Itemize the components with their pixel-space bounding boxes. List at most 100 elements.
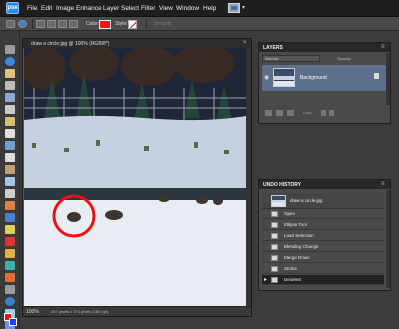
brush-tool-icon[interactable] (5, 249, 15, 258)
snapshot-thumbnail (271, 195, 286, 207)
menu-image[interactable]: Image (56, 4, 74, 13)
panel-menu-icon[interactable]: ≡ (381, 181, 385, 187)
red-eye-tool-icon[interactable] (5, 141, 15, 150)
history-step[interactable]: Load Selection (262, 231, 384, 241)
intersect-shape-icon[interactable] (69, 20, 78, 28)
photo-canvas[interactable] (24, 48, 246, 306)
marquee-tool-icon[interactable] (5, 93, 15, 102)
eyedropper-tool-icon[interactable] (5, 81, 15, 90)
style-none-swatch[interactable] (128, 20, 137, 29)
healing-brush-tool-icon[interactable] (5, 201, 15, 210)
menu-view[interactable]: View (159, 4, 173, 13)
menu-bar: pse File Edit Image Enhance Layer Select… (0, 0, 399, 17)
winter-geese-photo (24, 48, 246, 306)
clone-stamp-tool-icon[interactable] (5, 213, 15, 222)
rectangle-shape-icon[interactable] (6, 20, 15, 28)
eraser-tool-icon[interactable] (5, 237, 15, 246)
visibility-eye-icon[interactable]: ◉ (264, 74, 269, 81)
layer-row-background[interactable]: ◉ Background (262, 65, 386, 91)
history-step-icon (271, 277, 278, 283)
blend-mode-select[interactable]: Normal (262, 55, 320, 62)
lock-transparency-icon[interactable] (321, 110, 326, 116)
history-step[interactable]: Blending Change (262, 242, 384, 252)
workspace-switch-icon[interactable] (228, 3, 240, 13)
history-step-label: Open (284, 211, 296, 216)
chevron-down-icon[interactable]: ▾ (242, 4, 245, 11)
history-step-icon (271, 222, 278, 228)
menu-layer[interactable]: Layer (103, 4, 119, 13)
ellipse-shape-icon[interactable] (18, 20, 27, 28)
menu-help[interactable]: Help (203, 4, 216, 13)
smart-brush-tool-icon[interactable] (5, 261, 15, 270)
adjustment-layer-icon[interactable] (276, 110, 283, 116)
current-step-marker-icon: ▸ (264, 277, 268, 283)
cookie-cutter-tool-icon[interactable] (5, 177, 15, 186)
toolbox (0, 31, 20, 329)
straighten-tool-icon[interactable] (5, 189, 15, 198)
subtract-shape-icon[interactable] (58, 20, 67, 28)
new-layer-icon[interactable] (265, 110, 272, 116)
pencil-tool-icon[interactable] (5, 225, 15, 234)
history-step[interactable]: Merge Down (262, 253, 384, 263)
paint-bucket-tool-icon[interactable] (5, 273, 15, 282)
panel-menu-icon[interactable]: ≡ (381, 44, 385, 50)
history-step-icon (271, 233, 278, 239)
lasso-tool-icon[interactable] (5, 105, 15, 114)
history-scrollbar[interactable] (386, 190, 390, 288)
layers-panel-header[interactable]: LAYERS ≡ (259, 43, 390, 52)
history-step[interactable]: Stroke (262, 264, 384, 274)
close-icon[interactable]: × (243, 40, 247, 46)
delete-layer-icon[interactable] (287, 110, 294, 116)
history-step[interactable]: Open (262, 209, 384, 219)
style-label: Style: (115, 21, 128, 27)
separator (32, 19, 33, 29)
document-window: draw a circle.jpg @ 100% (RGB/8*) × 100%… (22, 38, 252, 317)
hand-tool-icon[interactable] (5, 69, 15, 78)
history-step[interactable]: Ellipse Tool (262, 220, 384, 230)
type-tool-icon[interactable] (5, 153, 15, 162)
color-label: Color: (86, 21, 100, 27)
undo-history-panel: UNDO HISTORY ≡ draw a circle.jpg Open El… (258, 179, 391, 291)
custom-shape-tool-icon[interactable] (5, 297, 15, 306)
move-tool-icon[interactable] (5, 45, 15, 54)
history-snapshot[interactable]: draw a circle.jpg (262, 193, 384, 209)
layers-scrollbar[interactable] (386, 53, 390, 105)
menu-filter[interactable]: Filter (141, 4, 155, 13)
lock-all-icon[interactable] (329, 110, 334, 116)
history-step-icon (271, 244, 278, 250)
history-step-active[interactable]: ▸ Deselect (262, 275, 384, 285)
zoom-tool-icon[interactable] (5, 57, 15, 66)
history-step-label: Load Selection (284, 233, 314, 238)
document-title-bar[interactable]: draw a circle.jpg @ 100% (RGB/8*) × (23, 39, 251, 48)
background-color-swatch[interactable] (9, 318, 17, 326)
crop-tool-icon[interactable] (5, 165, 15, 174)
menu-file[interactable]: File (27, 4, 37, 13)
history-step-icon (271, 255, 278, 261)
snow-bank (24, 115, 246, 188)
selection-brush-tool-icon[interactable] (5, 129, 15, 138)
document-status-bar: 100% 497 pixels x 370 pixels (180 ppi) (23, 306, 251, 316)
history-step-label: Blending Change (284, 244, 319, 249)
new-shape-layer-icon[interactable] (36, 20, 45, 28)
history-step-label: Deselect (284, 277, 302, 282)
zoom-level[interactable]: 100% (26, 309, 39, 315)
add-to-shape-icon[interactable] (47, 20, 56, 28)
menu-window[interactable]: Window (176, 4, 199, 13)
shape-color-swatch[interactable] (99, 20, 111, 29)
magic-wand-tool-icon[interactable] (5, 117, 15, 126)
separator (146, 19, 147, 29)
menu-edit[interactable]: Edit (41, 4, 52, 13)
gradient-tool-icon[interactable] (5, 285, 15, 294)
water-strip (24, 188, 246, 200)
menu-select[interactable]: Select (121, 4, 139, 13)
layer-name: Background (300, 75, 327, 81)
history-step-icon (271, 266, 278, 272)
history-step-label: Merge Down (284, 255, 310, 260)
tool-options-bar: Color: Style: Simplify (0, 17, 399, 31)
history-panel-header[interactable]: UNDO HISTORY ≡ (259, 180, 390, 189)
simplify-button[interactable]: Simplify (154, 21, 172, 27)
menu-enhance[interactable]: Enhance (76, 4, 102, 13)
history-step-label: Ellipse Tool (284, 222, 307, 227)
app-logo: pse (6, 2, 19, 14)
vertical-scrollbar[interactable] (246, 48, 251, 306)
